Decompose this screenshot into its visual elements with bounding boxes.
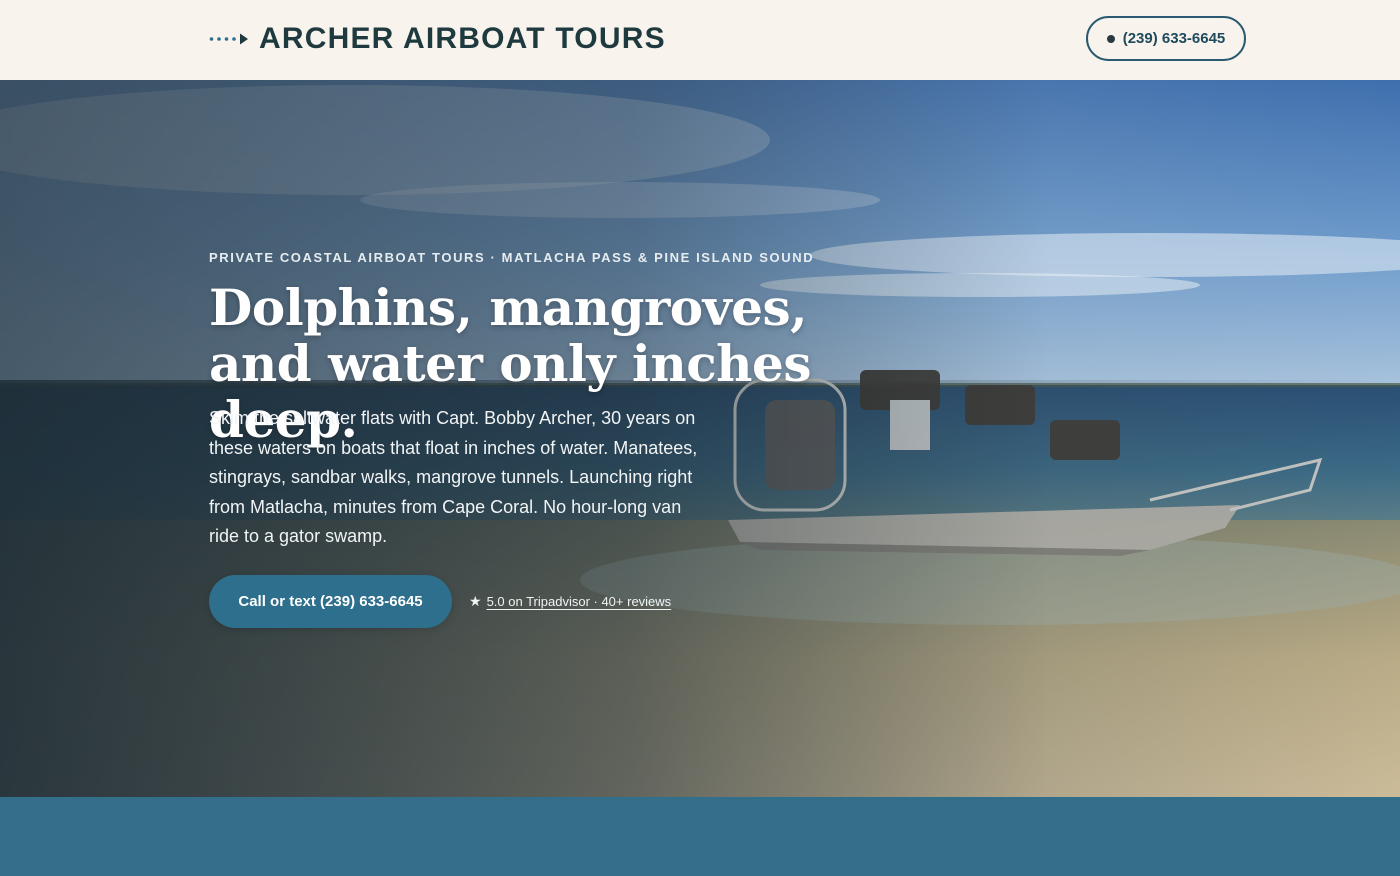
dot-icon	[1106, 34, 1115, 43]
header-phone-label: (239) 633-6645	[1122, 30, 1226, 47]
star-icon: ★	[469, 593, 482, 609]
dotted-arrow-icon	[209, 33, 248, 45]
header-phone-button[interactable]: (239) 633-6645	[1086, 16, 1246, 61]
hero-description: Skim the saltwater flats with Capt. Bobb…	[209, 408, 698, 547]
review-label: 5.0 on Tripadvisor · 40+ reviews	[486, 593, 672, 609]
next-section-band	[0, 797, 1400, 876]
call-or-text-button[interactable]: Call or text (239) 633-6645	[209, 575, 452, 628]
tripadvisor-reviews-link[interactable]: ★ 5.0 on Tripadvisor · 40+ reviews	[469, 591, 671, 611]
hero-eyebrow: PRIVATE COASTAL AIRBOAT TOURS · MATLACHA…	[209, 250, 815, 265]
brand-name: ARCHER AIRBOAT TOURS	[259, 22, 666, 55]
hero-section: PRIVATE COASTAL AIRBOAT TOURS · MATLACHA…	[0, 80, 1400, 797]
site-header: ARCHER AIRBOAT TOURS (239) 633-6645	[0, 0, 1400, 80]
brand-logo[interactable]: ARCHER AIRBOAT TOURS	[209, 22, 666, 56]
